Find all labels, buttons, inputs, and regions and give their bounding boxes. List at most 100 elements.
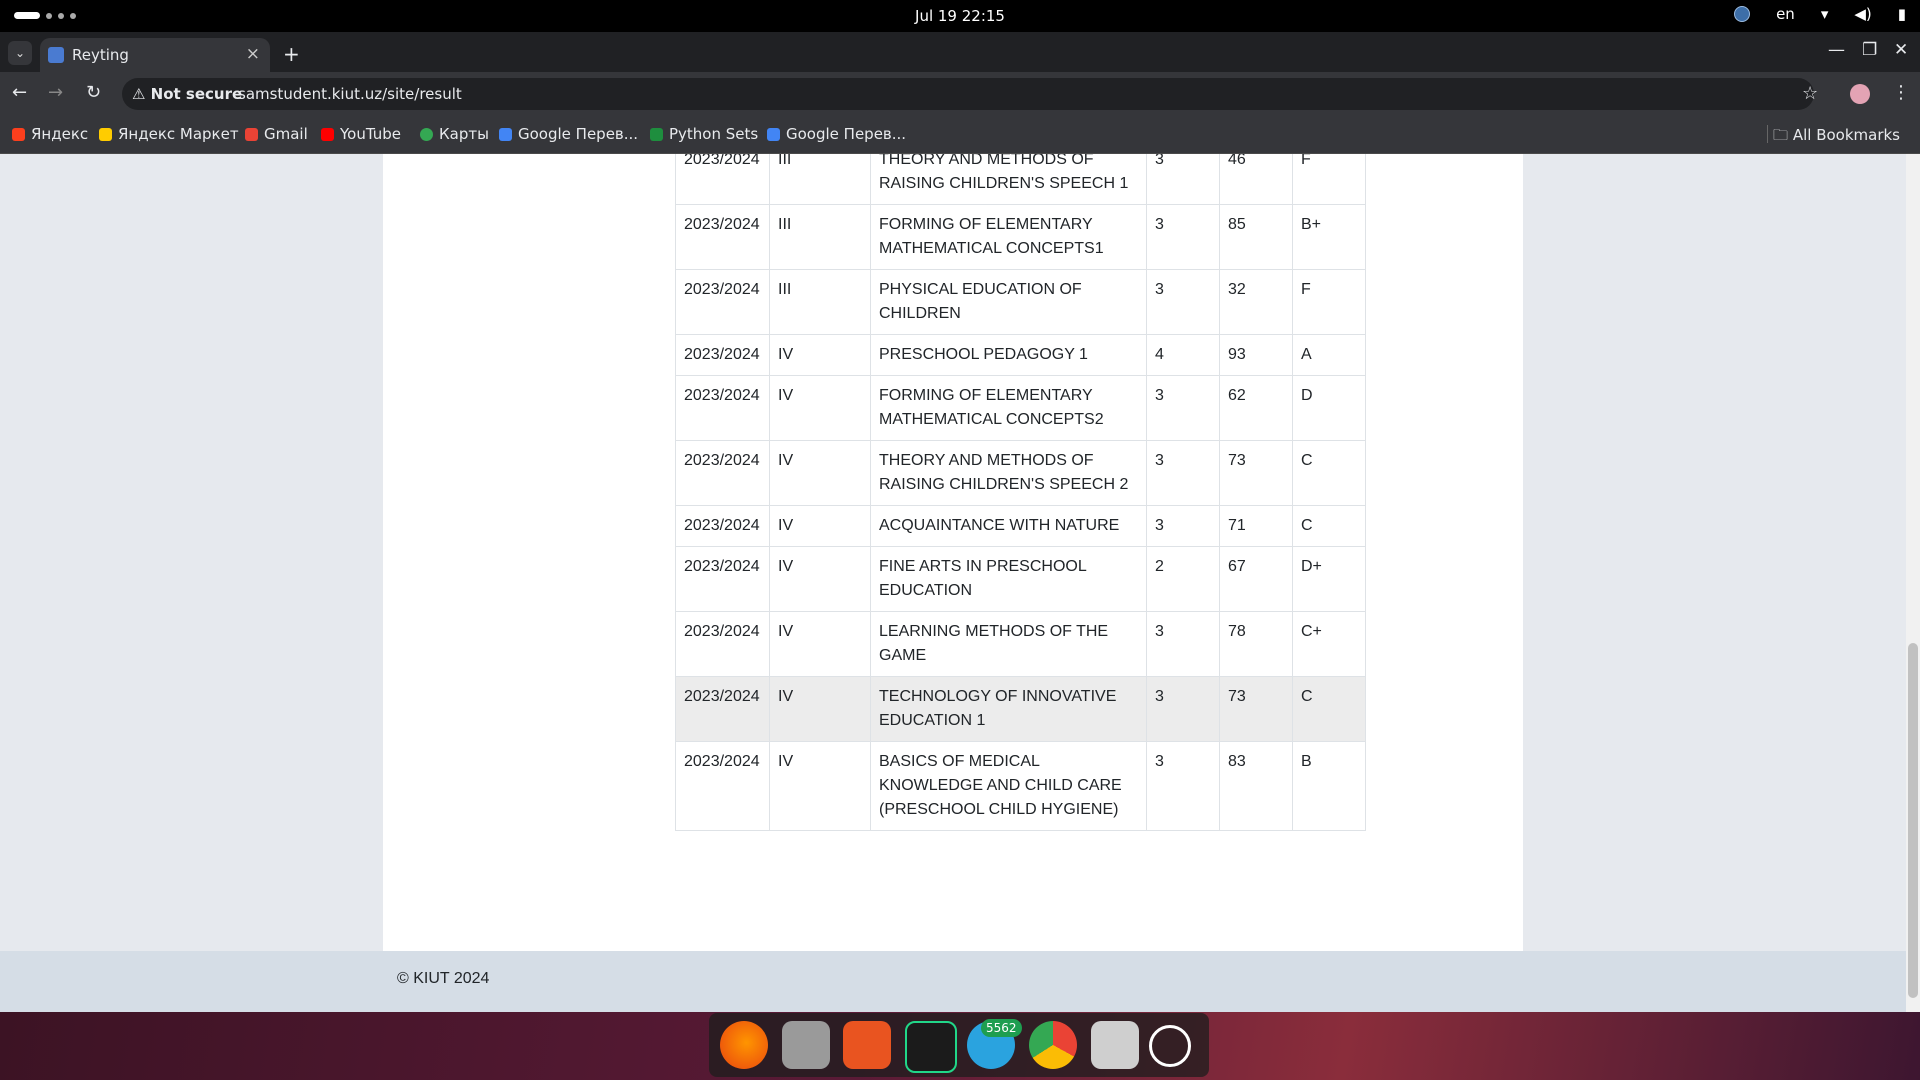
cell-subject: FORMING OF ELEMENTARY MATHEMATICAL CONCE… — [870, 204, 1147, 270]
cell-sem: IV — [769, 505, 871, 547]
cell-score: 73 — [1219, 440, 1293, 506]
cell-year: 2023/2024 — [675, 204, 770, 270]
cell-credit: 4 — [1146, 334, 1220, 376]
cell-grade: B — [1292, 741, 1366, 831]
new-tab-icon[interactable]: + — [283, 42, 300, 66]
address-bar[interactable]: ⚠ Not secure samstudent.kiut.uz/site/res… — [122, 78, 1814, 110]
cell-subject: BASICS OF MEDICAL KNOWLEDGE AND CHILD CA… — [870, 741, 1147, 831]
tab-search-icon[interactable]: ⌄ — [8, 41, 32, 65]
bookmark-maps[interactable]: Карты — [420, 125, 489, 143]
bookmarks-separator — [1767, 125, 1768, 143]
status-globe-icon[interactable] — [1734, 6, 1751, 22]
results-table: CHILDREN'S LITERATURE 12023/2024IIITHEOR… — [675, 154, 1366, 831]
cell-score: 32 — [1219, 269, 1293, 335]
cell-sem: III — [769, 269, 871, 335]
table-row: 2023/2024 IV PRESCHOOL PEDAGOGY 1 4 93 A — [675, 334, 1366, 376]
profile-avatar[interactable] — [1850, 84, 1870, 104]
forward-icon[interactable]: → — [48, 82, 63, 103]
table-row: 2023/2024 III PHYSICAL EDUCATION OF CHILDR… — [675, 269, 1366, 335]
restore-icon[interactable]: ❐ — [1862, 40, 1877, 60]
cell-credit: 3 — [1146, 269, 1220, 335]
bookmark-youtube[interactable]: YouTube — [321, 125, 401, 143]
cell-credit: 2 — [1146, 546, 1220, 612]
cell-sem: IV — [769, 676, 871, 742]
table-row: 2023/2024 IV ACQUAINTANCE WITH NATURE 3 71 C — [675, 505, 1366, 547]
cell-credit: 3 — [1146, 611, 1220, 677]
cell-grade: C — [1292, 505, 1366, 547]
cell-score: 83 — [1219, 741, 1293, 831]
volume-icon[interactable]: ◀) — [1854, 5, 1871, 23]
cell-grade: D+ — [1292, 546, 1366, 612]
site-favicon-icon — [48, 47, 64, 63]
cell-subject: TECHNOLOGY OF INNOVATIVE EDUCATION 1 — [870, 676, 1147, 742]
not-secure-badge[interactable]: ⚠ Not secure — [132, 85, 242, 103]
bookmark-google-translate-2[interactable]: Google Перев... — [767, 125, 906, 143]
battery-icon[interactable]: ▮ — [1898, 5, 1906, 23]
table-row: 2023/2024 IV FORMING OF ELEMENTARY MATHEMA… — [675, 375, 1366, 441]
files-icon[interactable] — [782, 1021, 830, 1069]
telegram-unread-badge: 5562 — [981, 1019, 1022, 1037]
table-row: 2023/2024 IV FINE ARTS IN PRESCHOOL EDUCAT… — [675, 546, 1366, 612]
cell-grade: D — [1292, 375, 1366, 441]
tab-reyting[interactable]: Reyting × — [40, 38, 270, 72]
cell-credit: 3 — [1146, 505, 1220, 547]
cell-credit: 3 — [1146, 375, 1220, 441]
pycharm-icon[interactable] — [905, 1021, 957, 1073]
bookmark-python-sets[interactable]: Python Sets — [650, 125, 758, 143]
show-apps-icon[interactable] — [1149, 1025, 1191, 1067]
cell-sem: IV — [769, 741, 871, 831]
close-window-icon[interactable]: ✕ — [1894, 40, 1908, 60]
bookmark-star-icon[interactable]: ☆ — [1802, 83, 1818, 104]
cell-credit: 3 — [1146, 154, 1220, 205]
table-row: 2023/2024 IV BASICS OF MEDICAL KNOWLEDGE A… — [675, 741, 1366, 831]
tab-title: Reyting — [72, 46, 129, 64]
all-bookmarks-button[interactable]: 🗀 All Bookmarks — [1773, 125, 1900, 150]
reload-icon[interactable]: ↻ — [86, 82, 101, 103]
browser-toolbar: ← → ↻ ⚠ Not secure samstudent.kiut.uz/si… — [0, 72, 1920, 116]
cell-score: 73 — [1219, 676, 1293, 742]
bookmark-google-translate-1[interactable]: Google Перев... — [499, 125, 638, 143]
cell-sem: III — [769, 204, 871, 270]
cell-year: 2023/2024 — [675, 269, 770, 335]
os-clock[interactable]: Jul 19 22:15 — [0, 7, 1920, 25]
os-top-bar: Jul 19 22:15 en ▾ ◀) ▮ — [0, 0, 1920, 32]
cell-year: 2023/2024 — [675, 154, 770, 205]
url-text[interactable]: samstudent.kiut.uz/site/result — [238, 85, 462, 103]
bookmark-yandex-market[interactable]: Яндекс Маркет — [99, 125, 239, 143]
cell-subject: FINE ARTS IN PRESCHOOL EDUCATION — [870, 546, 1147, 612]
bookmarks-bar: Яндекс Яндекс Маркет Gmail YouTube Карты… — [0, 116, 1920, 154]
cell-sem: IV — [769, 546, 871, 612]
browser-menu-icon[interactable]: ⋮ — [1892, 82, 1910, 103]
back-icon[interactable]: ← — [12, 82, 27, 103]
table-row: 2023/2024 III THEORY AND METHODS OF RAISIN… — [675, 154, 1366, 205]
cell-grade: C — [1292, 676, 1366, 742]
scrollbar-thumb[interactable] — [1908, 643, 1918, 998]
bookmark-gmail[interactable]: Gmail — [245, 125, 308, 143]
cell-sem: IV — [769, 375, 871, 441]
cell-sem: III — [769, 154, 871, 205]
minimize-icon[interactable]: — — [1828, 40, 1845, 60]
chrome-icon[interactable] — [1029, 1021, 1077, 1069]
cell-year: 2023/2024 — [675, 440, 770, 506]
cell-score: 46 — [1219, 154, 1293, 205]
cell-subject: PHYSICAL EDUCATION OF CHILDREN — [870, 269, 1147, 335]
cell-subject: LEARNING METHODS OF THE GAME — [870, 611, 1147, 677]
keyboard-language[interactable]: en — [1776, 5, 1795, 23]
cell-sem: IV — [769, 440, 871, 506]
cell-score: 93 — [1219, 334, 1293, 376]
trash-icon[interactable] — [1091, 1021, 1139, 1069]
table-row: 2023/2024 IV LEARNING METHODS OF THE GAME 3… — [675, 611, 1366, 677]
tab-strip: ⌄ Reyting × + — ❐ ✕ — [0, 32, 1920, 72]
close-tab-icon[interactable]: × — [246, 44, 260, 64]
cell-subject: THEORY AND METHODS OF RAISING CHILDREN'S… — [870, 154, 1147, 205]
cell-score: 67 — [1219, 546, 1293, 612]
app-center-icon[interactable] — [843, 1021, 891, 1069]
cell-credit: 3 — [1146, 676, 1220, 742]
table-row: 2023/2024 IV TECHNOLOGY OF INNOVATIVE EDUC… — [675, 676, 1366, 742]
firefox-icon[interactable] — [720, 1021, 768, 1069]
wifi-icon[interactable]: ▾ — [1821, 5, 1829, 23]
cell-grade: A — [1292, 334, 1366, 376]
cell-credit: 3 — [1146, 204, 1220, 270]
cell-subject: ACQUAINTANCE WITH NATURE — [870, 505, 1147, 547]
bookmark-yandex[interactable]: Яндекс — [12, 125, 88, 143]
